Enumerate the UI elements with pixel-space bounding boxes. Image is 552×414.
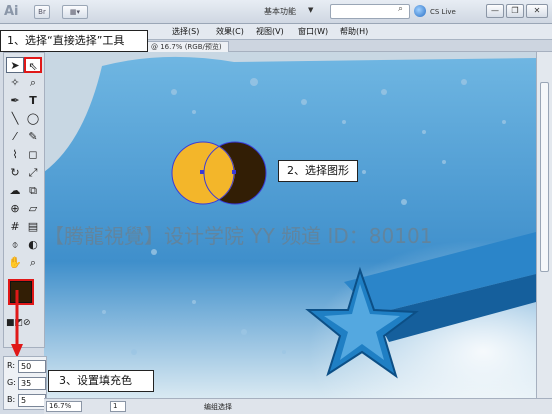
- eraser-tool-icon[interactable]: ◻: [24, 147, 42, 163]
- vertical-scrollbar[interactable]: [536, 52, 552, 398]
- zoom-tool-icon[interactable]: ⌕: [24, 255, 42, 271]
- restore-button[interactable]: ❐: [506, 4, 524, 18]
- cs-live-button[interactable]: CS Live: [430, 5, 480, 19]
- b-value-field[interactable]: 5: [18, 394, 46, 407]
- chevron-down-icon: ▼: [308, 6, 314, 14]
- scrollbar-thumb[interactable]: [540, 82, 549, 272]
- hand-tool-icon[interactable]: ✋: [6, 255, 24, 271]
- pencil-tool-icon[interactable]: ✎: [24, 129, 42, 145]
- application-bar: Ai Br ▦▾ 基本功能 ▼ ⌕ CS Live — ❐ ✕: [0, 0, 552, 24]
- free-transform-tool-icon[interactable]: ⧉: [24, 183, 42, 199]
- g-value-field[interactable]: 35: [18, 377, 46, 390]
- b-label: B:: [7, 395, 16, 404]
- warp-tool-icon[interactable]: ☁: [6, 183, 24, 199]
- step3-callout: 3、设置填充色: [48, 370, 154, 392]
- menu-help[interactable]: 帮助(H): [340, 26, 368, 37]
- illustrator-logo: Ai: [4, 4, 19, 19]
- close-button[interactable]: ✕: [526, 4, 548, 18]
- perspective-tool-icon[interactable]: ▱: [24, 201, 42, 217]
- blend-tool-icon[interactable]: ◐: [24, 237, 42, 253]
- g-label: G:: [7, 378, 16, 387]
- watermark-text: 【腾龍視覺】设计学院 YY 频道 ID：80101: [44, 224, 433, 248]
- cs-live-icon: [414, 5, 426, 17]
- zoom-field[interactable]: 16.7%: [46, 401, 82, 412]
- magic-wand-tool-icon[interactable]: ✧: [6, 75, 24, 91]
- menu-window[interactable]: 窗口(W): [298, 26, 328, 37]
- status-text: 编组选择: [204, 403, 232, 411]
- red-arrow-annotation: [11, 290, 23, 358]
- paintbrush-tool-icon[interactable]: ⁄: [6, 129, 24, 145]
- app-window: { "app": { "logo": "Ai", "br_button": "B…: [0, 0, 552, 414]
- bridge-button[interactable]: Br: [34, 5, 50, 19]
- scale-tool-icon[interactable]: ⤢: [24, 165, 42, 181]
- search-icon: ⌕: [398, 4, 404, 14]
- step2-callout: 2、选择图形: [278, 160, 358, 182]
- eyedropper-tool-icon[interactable]: ⌽: [6, 237, 24, 253]
- r-label: R:: [7, 361, 16, 370]
- menu-effect[interactable]: 效果(C): [216, 26, 244, 37]
- menu-view[interactable]: 视图(V): [256, 26, 284, 37]
- menu-select[interactable]: 选择(S): [172, 26, 199, 37]
- status-bar: 16.7% 1 编组选择: [44, 398, 552, 414]
- type-tool-icon[interactable]: T: [24, 93, 42, 109]
- ellipse-tool-icon[interactable]: ◯: [24, 111, 42, 127]
- minimize-button[interactable]: —: [486, 4, 504, 18]
- lasso-tool-icon[interactable]: ⌕: [24, 75, 42, 91]
- rotate-tool-icon[interactable]: ↻: [6, 165, 24, 181]
- pen-tool-icon[interactable]: ✒: [6, 93, 24, 109]
- step1-callout: 1、选择“直接选择”工具: [0, 30, 148, 52]
- selection-tool-icon[interactable]: ➤: [6, 57, 24, 73]
- gradient-tool-icon[interactable]: ▤: [24, 219, 42, 235]
- mesh-tool-icon[interactable]: #: [6, 219, 24, 235]
- shape-builder-tool-icon[interactable]: ⊕: [6, 201, 24, 217]
- blob-brush-tool-icon[interactable]: ⌇: [6, 147, 24, 163]
- color-panel: R: 50 G: 35 B: 5: [3, 356, 47, 410]
- artboard-page-field[interactable]: 1: [110, 401, 126, 412]
- document-tab[interactable]: @ 16.7% (RGB/预览): [144, 41, 229, 52]
- direct-selection-tool-icon[interactable]: ⇖: [24, 57, 42, 73]
- r-value-field[interactable]: 50: [18, 360, 46, 373]
- line-tool-icon[interactable]: ╲: [6, 111, 24, 127]
- arrange-documents-button[interactable]: ▦▾: [62, 5, 88, 19]
